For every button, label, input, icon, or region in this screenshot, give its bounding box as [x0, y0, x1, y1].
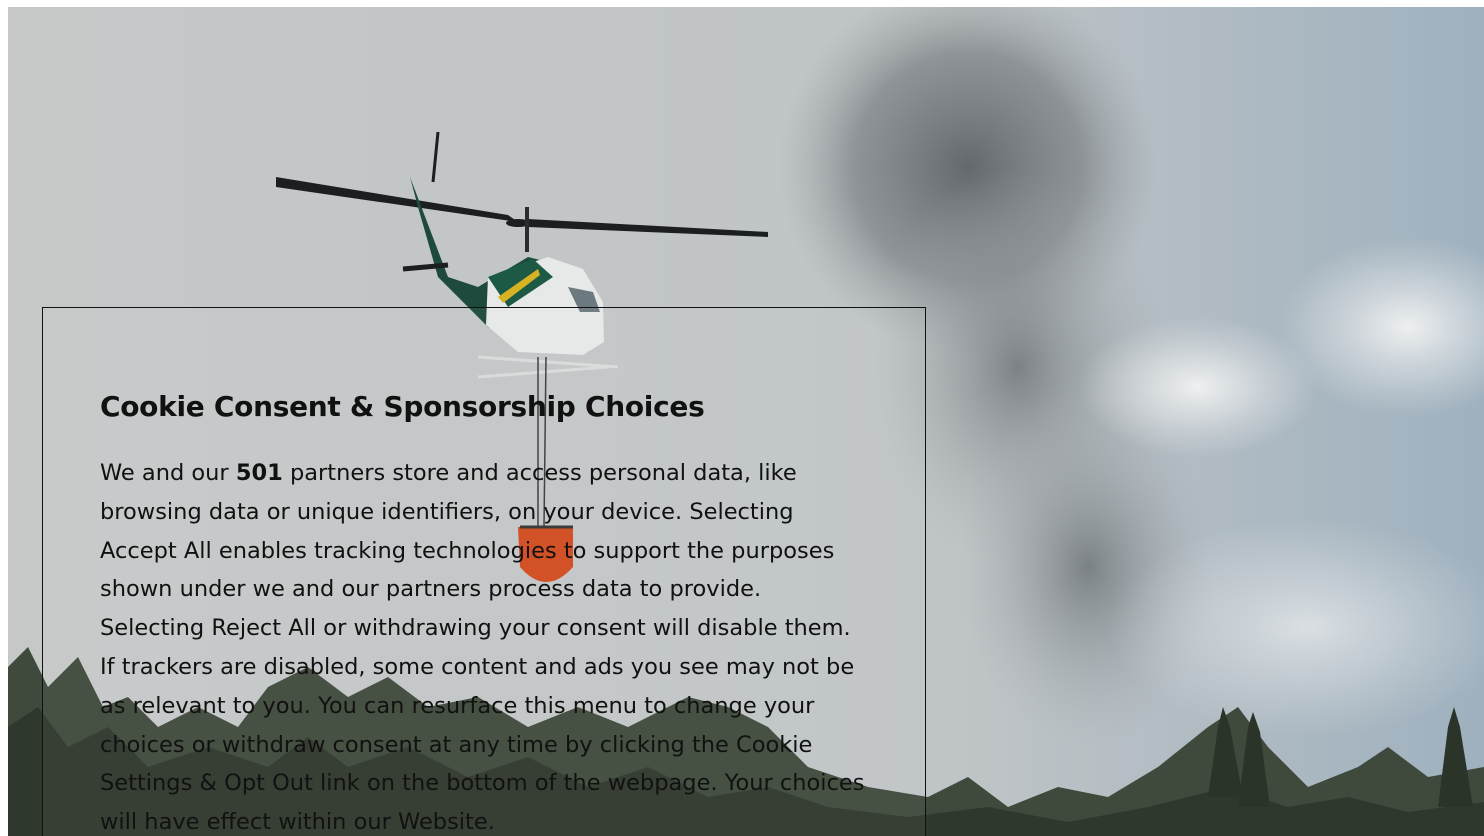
consent-title: Cookie Consent & Sponsorship Choices: [100, 390, 705, 423]
consent-body-prefix: We and our: [100, 460, 236, 486]
partner-count: 501: [235, 460, 283, 486]
cookie-consent-dialog: Cookie Consent & Sponsorship Choices We …: [42, 307, 926, 836]
consent-body: We and our 501 partners store and access…: [100, 454, 870, 836]
consent-body-text: partners store and access personal data,…: [100, 460, 865, 836]
